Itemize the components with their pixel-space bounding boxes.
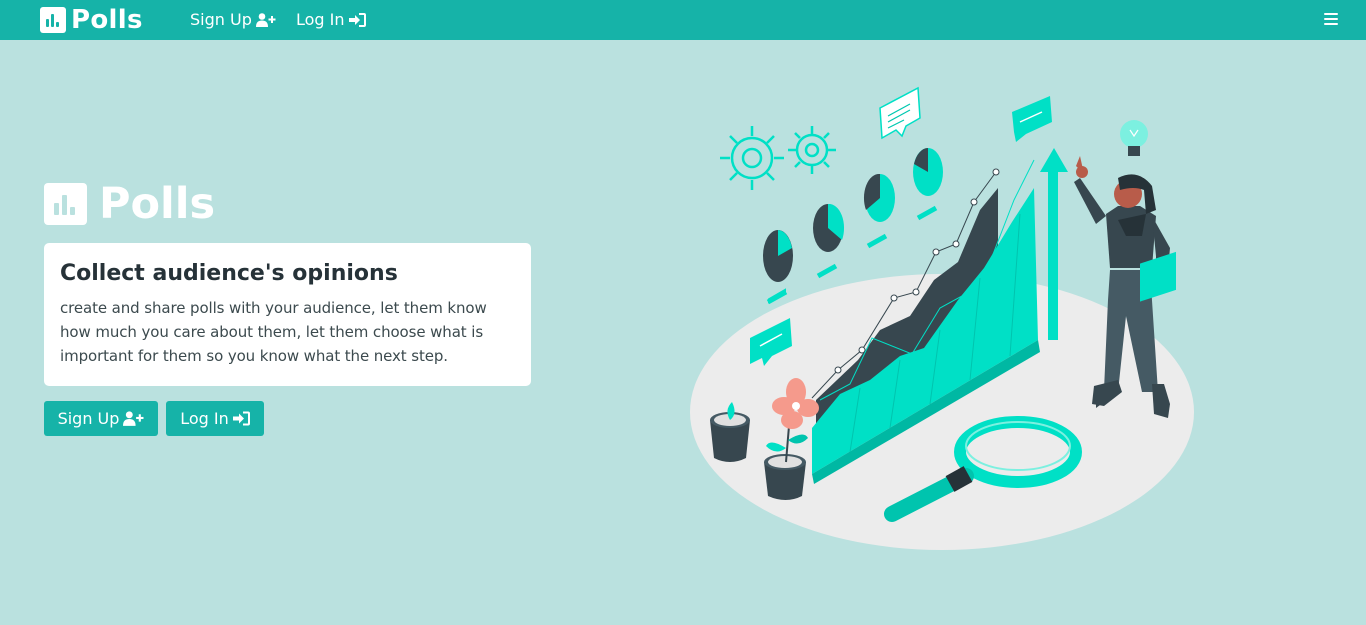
user-plus-icon: [123, 411, 144, 426]
card-title: Collect audience's opinions: [60, 261, 398, 286]
gear-icon: [788, 126, 836, 174]
pie-chart-icon: [763, 230, 793, 304]
navbar-brand[interactable]: Polls: [40, 6, 143, 34]
navbar: Polls Sign Up Log In: [0, 0, 1366, 40]
nav-login-label: Log In: [296, 10, 345, 29]
speech-bubble-icon: [879, 86, 921, 140]
login-button-label: Log In: [180, 409, 229, 428]
poll-chart-icon: [44, 183, 87, 225]
brand-name: Polls: [71, 5, 143, 35]
poll-chart-icon: [40, 7, 66, 33]
card-text: create and share polls with your audienc…: [60, 299, 487, 365]
sign-in-icon: [348, 13, 366, 27]
hamburger-icon[interactable]: [1324, 13, 1338, 25]
lightbulb-icon: [1120, 120, 1148, 156]
signup-button[interactable]: Sign Up: [44, 401, 158, 436]
hero-title: Polls: [99, 179, 216, 229]
sign-in-icon: [232, 411, 250, 426]
nav-signup-label: Sign Up: [190, 10, 252, 29]
gear-icon: [720, 126, 784, 190]
message-icon: [1012, 96, 1052, 142]
user-plus-icon: [255, 13, 276, 27]
nav-signup-link[interactable]: Sign Up: [190, 10, 276, 30]
login-button[interactable]: Log In: [166, 401, 264, 436]
hero-card: Collect audience's opinions create and s…: [44, 243, 531, 386]
pie-chart-icon: [913, 148, 943, 196]
hero-brand: Polls: [44, 181, 215, 227]
pie-chart-icon: [863, 173, 895, 222]
signup-button-label: Sign Up: [57, 409, 120, 428]
pie-chart-icon: [813, 203, 845, 252]
analytics-illustration: [690, 86, 1194, 550]
nav-login-link[interactable]: Log In: [296, 10, 366, 30]
